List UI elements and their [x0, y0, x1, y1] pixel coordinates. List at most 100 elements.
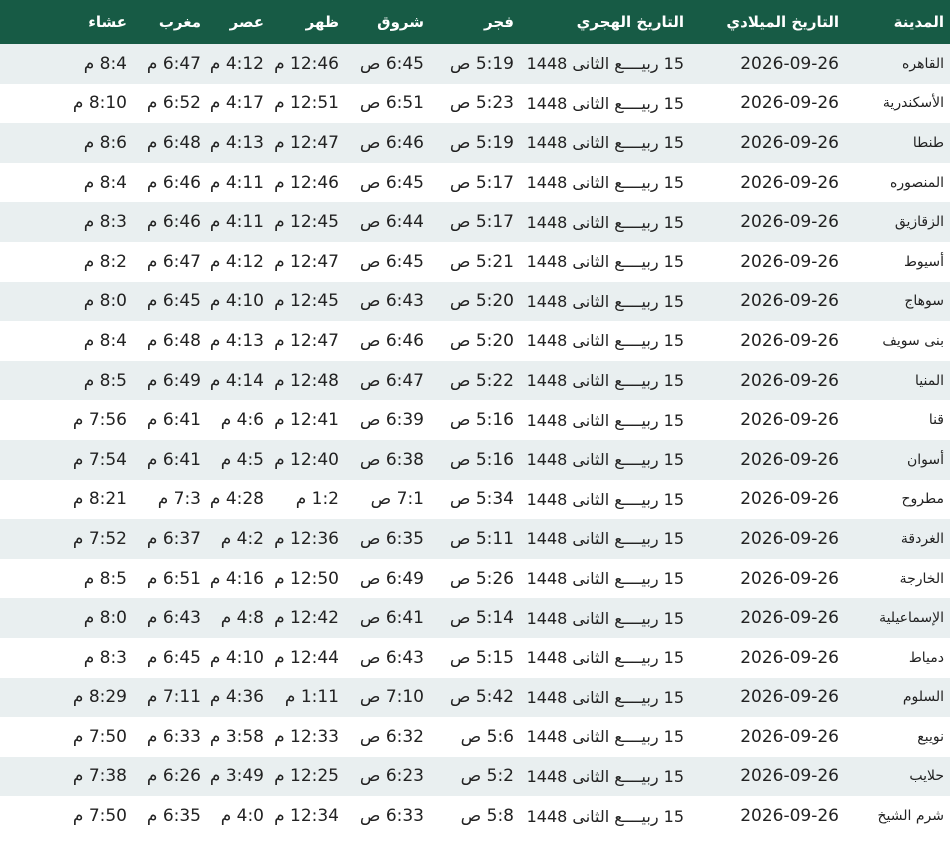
cell-gregorian: 2026-09-26 — [740, 93, 839, 114]
cell-asr: 4:6 م — [220, 410, 264, 431]
cell-dhuhr: 12:47 م — [274, 251, 339, 272]
cell-hijri: 15 ربيــــع الثانى 1448 — [526, 608, 684, 628]
cell-gregorian: 2026-09-26 — [740, 647, 839, 668]
cell-shuruq: 6:45 ص — [359, 53, 424, 74]
cell-shuruq: 6:38 ص — [359, 449, 424, 470]
cell-asr: 4:0 م — [220, 806, 264, 827]
cell-isha: 8:3 م — [83, 647, 127, 668]
cell-asr: 4:17 م — [209, 93, 264, 114]
cell-hijri: 15 ربيــــع الثانى 1448 — [526, 489, 684, 509]
table-row: المنيا 2026-09-26 15 ربيــــع الثانى 1448 5… — [0, 360, 950, 401]
table-row: سوهاج 2026-09-26 15 ربيــــع الثانى 1448 5:… — [0, 281, 950, 322]
cell-hijri: 15 ربيــــع الثانى 1448 — [526, 648, 684, 668]
cell-gregorian: 2026-09-26 — [740, 291, 839, 312]
cell-isha: 7:50 م — [72, 726, 127, 747]
cell-shuruq: 6:47 ص — [359, 370, 424, 391]
table-row: السلوم 2026-09-26 15 ربيــــع الثانى 1448 5… — [0, 677, 950, 718]
cell-shuruq: 6:51 ص — [359, 93, 424, 114]
cell-fajr: 5:16 ص — [449, 410, 514, 431]
header-dhuhr: ظهر — [305, 13, 339, 31]
cell-city: السلوم — [902, 689, 944, 706]
cell-isha: 8:6 م — [83, 132, 127, 153]
table-row: أسوان 2026-09-26 15 ربيــــع الثانى 1448 5:… — [0, 439, 950, 480]
cell-asr: 4:11 م — [209, 212, 264, 233]
cell-maghrib: 6:49 م — [146, 370, 201, 391]
cell-gregorian: 2026-09-26 — [740, 608, 839, 629]
header-city: المدينة — [893, 13, 944, 31]
cell-dhuhr: 12:50 م — [274, 568, 339, 589]
cell-isha: 8:5 م — [83, 568, 127, 589]
cell-maghrib: 6:41 م — [146, 449, 201, 470]
cell-asr: 3:58 م — [209, 726, 264, 747]
cell-asr: 4:11 م — [209, 172, 264, 193]
table-row: القاهره 2026-09-26 15 ربيــــع الثانى 1448… — [0, 44, 950, 84]
cell-dhuhr: 12:46 م — [274, 172, 339, 193]
cell-asr: 4:10 م — [209, 291, 264, 312]
cell-maghrib: 6:41 م — [146, 410, 201, 431]
cell-dhuhr: 12:51 م — [274, 93, 339, 114]
cell-dhuhr: 12:33 م — [274, 726, 339, 747]
cell-fajr: 5:17 ص — [449, 172, 514, 193]
cell-asr: 4:13 م — [209, 330, 264, 351]
cell-maghrib: 6:26 م — [146, 766, 201, 787]
cell-dhuhr: 12:47 م — [274, 132, 339, 153]
cell-gregorian: 2026-09-26 — [740, 449, 839, 470]
header-asr: عصر — [229, 13, 264, 31]
cell-fajr: 5:34 ص — [449, 489, 514, 510]
cell-hijri: 15 ربيــــع الثانى 1448 — [526, 687, 684, 707]
cell-maghrib: 6:46 م — [146, 172, 201, 193]
cell-maghrib: 6:48 م — [146, 132, 201, 153]
cell-gregorian: 2026-09-26 — [740, 212, 839, 233]
cell-isha: 8:10 م — [72, 93, 127, 114]
cell-dhuhr: 12:41 م — [274, 410, 339, 431]
cell-dhuhr: 12:34 م — [274, 806, 339, 827]
cell-gregorian: 2026-09-26 — [740, 806, 839, 827]
header-fajr: فجر — [484, 13, 514, 31]
cell-gregorian: 2026-09-26 — [740, 687, 839, 708]
cell-city: مطروح — [901, 491, 944, 508]
prayer-times-table: المدينة التاريخ الميلادي التاريخ الهجري … — [0, 0, 950, 836]
cell-maghrib: 6:33 م — [146, 726, 201, 747]
cell-shuruq: 6:49 ص — [359, 568, 424, 589]
cell-shuruq: 7:1 ص — [370, 489, 424, 510]
cell-hijri: 15 ربيــــع الثانى 1448 — [526, 93, 684, 113]
cell-shuruq: 6:41 ص — [359, 608, 424, 629]
cell-asr: 4:10 م — [209, 647, 264, 668]
cell-shuruq: 6:43 ص — [359, 647, 424, 668]
cell-city: المنصوره — [890, 174, 944, 191]
cell-gregorian: 2026-09-26 — [740, 132, 839, 153]
cell-city: نويبع — [917, 728, 944, 745]
cell-shuruq: 6:45 ص — [359, 251, 424, 272]
cell-hijri: 15 ربيــــع الثانى 1448 — [526, 331, 684, 351]
table-row: الزقازيق 2026-09-26 15 ربيــــع الثانى 144… — [0, 202, 950, 242]
header-isha: عشاء — [88, 13, 127, 31]
cell-hijri: 15 ربيــــع الثانى 1448 — [526, 54, 684, 74]
cell-maghrib: 7:3 م — [157, 489, 201, 510]
table-row: شرم الشيخ 2026-09-26 15 ربيــــع الثانى 14… — [0, 796, 950, 836]
cell-gregorian: 2026-09-26 — [740, 172, 839, 193]
table-body: القاهره 2026-09-26 15 ربيــــع الثانى 1448… — [0, 44, 950, 836]
cell-gregorian: 2026-09-26 — [740, 528, 839, 549]
cell-maghrib: 6:52 م — [146, 93, 201, 114]
cell-dhuhr: 1:11 م — [284, 687, 339, 708]
cell-asr: 4:12 م — [209, 251, 264, 272]
cell-dhuhr: 12:44 م — [274, 647, 339, 668]
cell-isha: 8:5 م — [83, 370, 127, 391]
cell-dhuhr: 12:48 م — [274, 370, 339, 391]
cell-city: بنى سويف — [882, 332, 944, 349]
cell-city: دمياط — [908, 649, 944, 666]
cell-city: حلايب — [909, 768, 944, 785]
cell-hijri: 15 ربيــــع الثانى 1448 — [526, 212, 684, 232]
cell-dhuhr: 12:25 م — [274, 766, 339, 787]
cell-city: الغردقة — [900, 530, 944, 547]
table-row: الإسماعيلية 2026-09-26 15 ربيــــع الثانى … — [0, 598, 950, 638]
cell-fajr: 5:19 ص — [449, 132, 514, 153]
cell-asr: 4:8 م — [220, 608, 264, 629]
cell-asr: 3:49 م — [209, 766, 264, 787]
cell-city: أسيوط — [903, 253, 944, 270]
header-hijri: التاريخ الهجري — [576, 13, 684, 31]
cell-asr: 4:16 م — [209, 568, 264, 589]
table-row: دمياط 2026-09-26 15 ربيــــع الثانى 1448 5:… — [0, 637, 950, 678]
table-row: طنطا 2026-09-26 15 ربيــــع الثانى 1448 5:1… — [0, 123, 950, 163]
cell-hijri: 15 ربيــــع الثانى 1448 — [526, 806, 684, 826]
